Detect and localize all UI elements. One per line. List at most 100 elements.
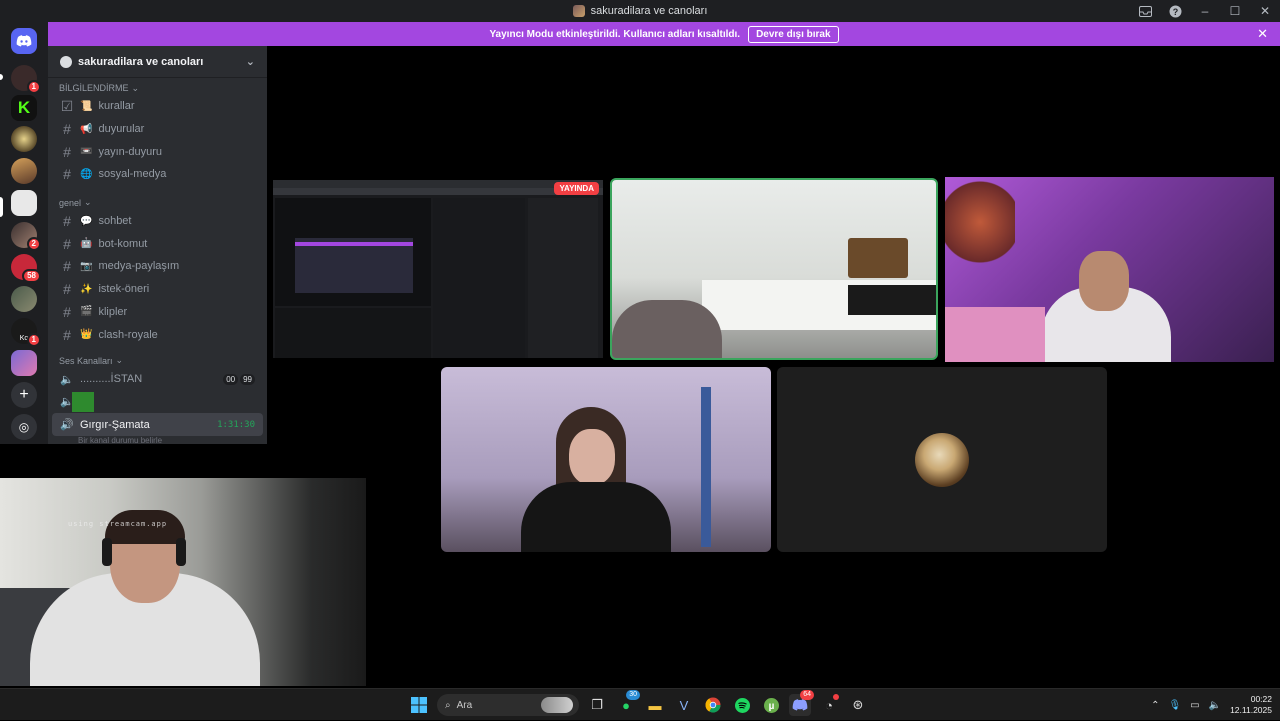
category-label: Ses Kanalları xyxy=(59,355,113,366)
vpn-icon[interactable]: V xyxy=(673,694,695,716)
server-icon-1[interactable]: 1 xyxy=(11,65,41,94)
volume-icon[interactable]: 🔈 xyxy=(1209,700,1221,711)
channel-sosyal-medya[interactable]: # 🌐 sosyal-medya xyxy=(48,163,267,186)
side-panel xyxy=(528,198,598,358)
inbox-icon[interactable] xyxy=(1130,0,1160,22)
channel-bot-komut[interactable]: # 🤖 bot-komut xyxy=(48,232,267,255)
channel-label: klipler xyxy=(98,305,128,318)
microphone-icon[interactable]: 🎙 xyxy=(1168,700,1181,711)
voice-channel-1[interactable]: 🔈 ..........İSTAN 00 99 xyxy=(48,368,267,391)
svg-text:?: ? xyxy=(1172,7,1178,17)
channel-label: ..........İSTAN xyxy=(80,373,143,386)
server-badge: 1 xyxy=(26,333,41,347)
channel-emoji: 🤖 xyxy=(80,238,93,250)
user-limit: 00 99 xyxy=(223,373,255,385)
server-icon-8[interactable] xyxy=(11,286,37,312)
chevron-down-icon: ⌄ xyxy=(131,82,140,93)
server-icon-7[interactable]: 58 xyxy=(11,254,41,283)
help-icon[interactable]: ? xyxy=(1160,0,1190,22)
stream-preview xyxy=(275,198,431,306)
close-window-icon[interactable]: ✕ xyxy=(1250,0,1280,22)
kick-server-icon[interactable]: K xyxy=(11,95,37,121)
network-icon[interactable]: ▭ xyxy=(1190,700,1199,711)
channel-kurallar[interactable]: ☑ 📜 kurallar xyxy=(48,95,267,118)
server-header[interactable]: sakuradilara ve canoları ⌄ xyxy=(48,46,267,78)
participant-video-purple-room[interactable] xyxy=(945,177,1274,362)
utorrent-icon[interactable]: µ xyxy=(760,694,782,716)
taskbar-search[interactable]: ⌕ Ara xyxy=(437,694,579,716)
clock[interactable]: 00:22 12.11.2025 xyxy=(1230,694,1272,716)
task-view-icon[interactable]: ❐ xyxy=(586,694,608,716)
chevron-up-icon[interactable]: ⌃ xyxy=(1151,700,1159,711)
window-controls: ? – ☐ ✕ xyxy=(1130,0,1280,22)
channel-yayin-duyuru[interactable]: # 📼 yayın-duyuru xyxy=(48,140,267,163)
voice-channel-active[interactable]: 🔊 Gırgır-Şamata 1:31:30 xyxy=(52,413,263,436)
window-title-group: sakuradilara ve canoları xyxy=(572,5,707,17)
file-explorer-icon[interactable]: ▬ xyxy=(644,694,666,716)
category-general[interactable]: genel ⌄ xyxy=(48,196,267,210)
chevron-down-icon: ⌄ xyxy=(84,197,92,208)
channel-label: sosyal-medya xyxy=(98,168,167,181)
channel-label: yayın-duyuru xyxy=(98,145,163,158)
voice-channel-2[interactable]: 🔈 xyxy=(48,391,267,414)
channel-duyurular[interactable]: # 📢 duyurular xyxy=(48,118,267,141)
discord-home-icon[interactable] xyxy=(11,28,37,54)
channel-emoji: 👑 xyxy=(80,329,93,341)
steam-icon[interactable]: ◔ xyxy=(818,694,840,716)
channel-label: istek-öneri xyxy=(98,283,150,296)
server-icon-4[interactable] xyxy=(11,158,37,184)
close-banner-icon[interactable]: ✕ xyxy=(1257,26,1268,42)
hash-icon: # xyxy=(63,143,71,160)
green-overlay xyxy=(72,391,94,412)
server-icon-selected[interactable] xyxy=(11,190,37,216)
category-voice[interactable]: Ses Kanalları ⌄ xyxy=(48,354,267,368)
channel-label: kurallar xyxy=(98,100,135,113)
channel-istek-oneri[interactable]: # ✨ istek-öneri xyxy=(48,278,267,301)
channel-sohbet[interactable]: # 💬 sohbet xyxy=(48,210,267,233)
spotify-icon[interactable] xyxy=(731,694,753,716)
discord-taskbar-icon[interactable]: 64 xyxy=(789,690,814,716)
video-stage: YAYINDA xyxy=(267,46,1280,688)
screen-share-tile[interactable]: YAYINDA xyxy=(273,180,603,358)
app-icon[interactable]: ⊛ xyxy=(847,694,869,716)
clock-time: 00:22 xyxy=(1250,694,1272,704)
server-icon-small xyxy=(60,55,72,68)
svg-text:µ: µ xyxy=(768,701,774,712)
participant-video-kitchen[interactable] xyxy=(610,178,938,360)
server-icon-6[interactable]: 2 xyxy=(11,222,41,251)
discord-badge: 64 xyxy=(800,690,814,700)
server-icon-9[interactable]: Ko 1 xyxy=(11,318,41,347)
disable-streamer-mode-button[interactable]: Devre dışı bırak xyxy=(748,25,839,43)
channel-klipler[interactable]: # 🎬 klipler xyxy=(48,301,267,324)
clock-date: 12.11.2025 xyxy=(1230,705,1272,715)
server-icon-10[interactable] xyxy=(11,350,37,376)
chevron-down-icon: ⌄ xyxy=(245,56,255,68)
rules-icon: ☑ xyxy=(60,97,74,114)
whatsapp-badge: 30 xyxy=(626,690,640,700)
windows-start-icon[interactable] xyxy=(408,694,430,716)
channel-emoji: 📷 xyxy=(80,260,93,272)
minimize-icon[interactable]: – xyxy=(1190,0,1220,22)
notification-dot xyxy=(833,694,839,700)
maximize-icon[interactable]: ☐ xyxy=(1220,0,1250,22)
hash-icon: # xyxy=(63,235,71,252)
participant-avatar-tile[interactable] xyxy=(777,367,1107,552)
live-badge: YAYINDA xyxy=(554,182,599,195)
whatsapp-icon[interactable]: ● 30 xyxy=(615,690,640,716)
channel-emoji: 🎬 xyxy=(80,306,93,318)
chrome-icon[interactable] xyxy=(702,694,724,716)
add-server-icon[interactable]: + xyxy=(11,382,37,408)
category-info[interactable]: BİLGİLENDİRME ⌄ xyxy=(48,81,267,95)
channel-medya-paylasim[interactable]: # 📷 medya-paylaşım xyxy=(48,255,267,278)
hash-icon: # xyxy=(63,121,71,138)
server-icon-3[interactable] xyxy=(11,126,37,152)
channel-status-hint[interactable]: Bir kanal durumu belirle xyxy=(48,436,267,444)
participant-video-headphones[interactable] xyxy=(441,367,771,552)
channel-clash-royale[interactable]: # 👑 clash-royale xyxy=(48,323,267,346)
server-badge: 1 xyxy=(26,80,41,94)
channel-emoji: ✨ xyxy=(80,283,93,295)
channel-label: sohbet xyxy=(98,215,132,228)
discover-icon[interactable]: ◎ xyxy=(11,414,37,440)
selected-pill xyxy=(0,197,3,217)
channel-emoji: 📢 xyxy=(80,123,93,135)
